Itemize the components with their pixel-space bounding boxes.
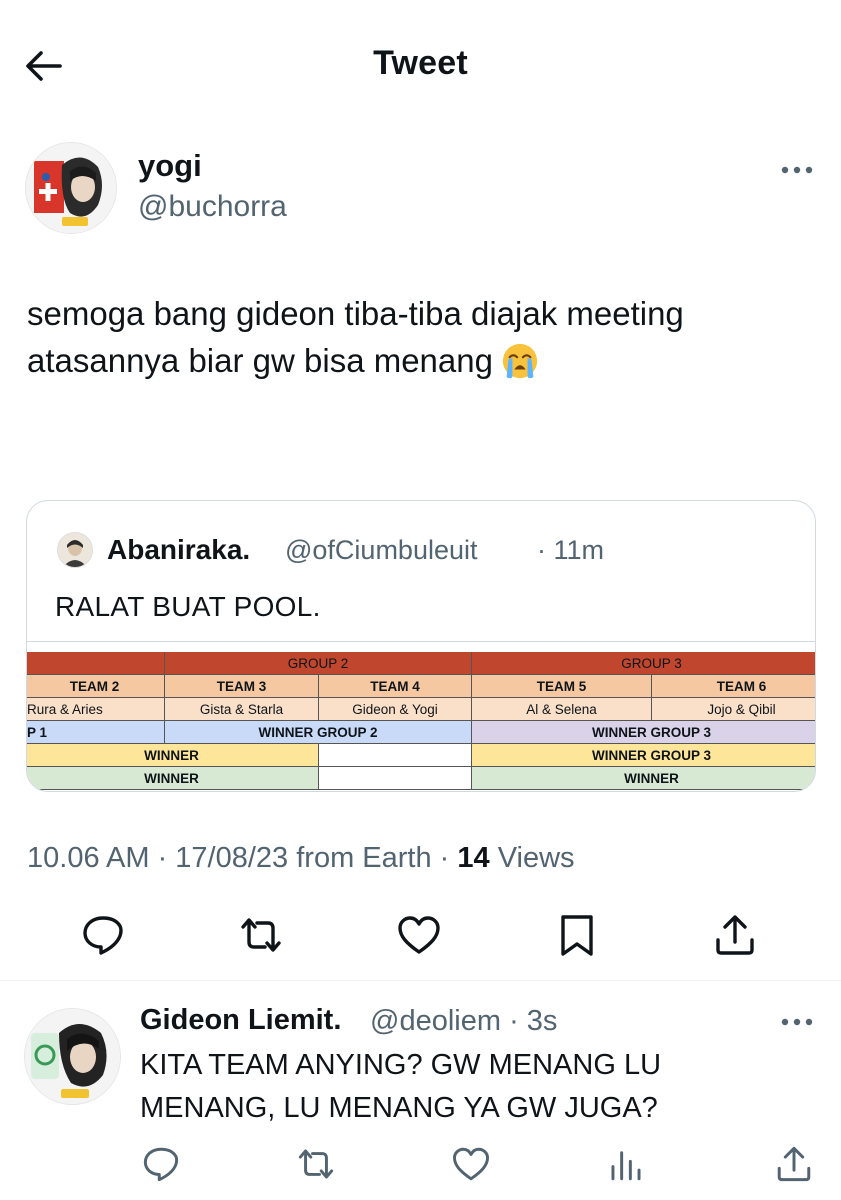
- sheet-cell: [27, 652, 165, 675]
- author-avatar[interactable]: [25, 142, 117, 234]
- sheet-winner-group-2: WINNER GROUP 2: [165, 721, 472, 744]
- page-title: Tweet: [373, 44, 468, 82]
- share-icon: [716, 915, 754, 955]
- sheet-winner-a: WINNER: [27, 744, 319, 767]
- reply-text: KITA TEAM ANYING? GW MENANG LU MENANG, L…: [140, 1049, 662, 1124]
- reply-author-avatar[interactable]: [24, 1008, 121, 1105]
- reply-like-button[interactable]: [451, 1144, 491, 1184]
- quote-time: · 11m: [537, 535, 605, 565]
- views-label: Views: [489, 842, 575, 874]
- reply-reply-button[interactable]: [141, 1144, 181, 1184]
- reply-views-button[interactable]: [606, 1144, 646, 1184]
- quote-text: RALAT BUAT POOL.: [55, 591, 321, 622]
- sheet-team-4: TEAM 4: [319, 675, 472, 698]
- sheet-team-5: TEAM 5: [472, 675, 652, 698]
- reply-more-options-button[interactable]: [777, 1012, 817, 1032]
- sheet-cell: [319, 767, 472, 790]
- views-count: 14: [457, 842, 490, 874]
- sheet-cell: [319, 744, 472, 767]
- more-dots-icon: [781, 166, 813, 174]
- sheet-players-6: Jojo & Qibil: [652, 698, 815, 721]
- reply-icon: [83, 916, 123, 955]
- bookmark-icon: [561, 915, 593, 956]
- heart-icon: [453, 1147, 489, 1181]
- reply-share-button[interactable]: [774, 1144, 814, 1184]
- bookmark-button[interactable]: [554, 912, 600, 958]
- spreadsheet-image: GROUP 2 GROUP 3 N TEAM 2 TEAM 3 TEAM 4 T…: [27, 641, 815, 791]
- reply-retweet-button[interactable]: [296, 1144, 336, 1184]
- loudly-crying-face-icon: [501, 342, 539, 380]
- bar-chart-icon: [611, 1151, 641, 1181]
- sheet-team-6: TEAM 6: [652, 675, 815, 698]
- sheet-players-5: Al & Selena: [472, 698, 652, 721]
- quote-author-handle: @ofCiumbuleuit: [285, 535, 478, 565]
- retweet-button[interactable]: [238, 912, 284, 958]
- reply-time: · 3s: [509, 1005, 558, 1037]
- tweet-meta: 10.06 AM · 17/08/23 from Earth · 14 View…: [27, 842, 575, 875]
- reply-handle-text: @deoliem: [370, 1005, 501, 1037]
- sheet-group-2: GROUP 2: [165, 652, 472, 675]
- tweet-timestamp: 10.06 AM · 17/08/23 from Earth ·: [27, 842, 458, 874]
- like-button[interactable]: [396, 912, 442, 958]
- reply-author-handle: @deoliem · 3s: [370, 1005, 557, 1038]
- sheet-winner-b: WINNER: [27, 767, 319, 790]
- sheet-group-3: GROUP 3: [472, 652, 815, 675]
- quoted-tweet[interactable]: Abaniraka. @ofCiumbuleuit · 11m RALAT BU…: [26, 500, 816, 792]
- sheet-winner-group-3: WINNER GROUP 3: [472, 721, 815, 744]
- reply-author-name[interactable]: Gideon Liemit.: [140, 1004, 341, 1037]
- quote-author-name: Abaniraka.: [107, 534, 251, 565]
- retweet-icon: [298, 1149, 334, 1179]
- reply-button[interactable]: [80, 912, 126, 958]
- more-options-button[interactable]: [777, 160, 817, 180]
- reply-icon: [143, 1147, 179, 1182]
- retweet-icon: [241, 918, 281, 952]
- sheet-winner-group-3b: WINNER GROUP 3: [472, 744, 815, 767]
- sheet-players-4: Gideon & Yogi: [319, 698, 472, 721]
- sheet-team-3: TEAM 3: [165, 675, 319, 698]
- more-dots-icon: [781, 1018, 813, 1026]
- author-handle[interactable]: @buchorra: [138, 190, 287, 224]
- share-button[interactable]: [712, 912, 758, 958]
- divider: [0, 980, 841, 981]
- sheet-team-2: TEAM 2: [27, 675, 165, 698]
- avatar-image: [25, 1009, 120, 1104]
- quote-author-avatar: [57, 532, 93, 568]
- sheet-players-2: Rura & Aries: [27, 698, 165, 721]
- author-name[interactable]: yogi: [138, 148, 202, 184]
- avatar-image: [26, 143, 116, 233]
- tweet-text: semoga bang gideon tiba-tiba diajak meet…: [27, 290, 817, 384]
- sheet-winner-group-1: P 1: [27, 721, 165, 744]
- heart-icon: [398, 916, 440, 954]
- share-icon: [777, 1146, 811, 1182]
- sheet-players-3: Gista & Starla: [165, 698, 319, 721]
- tweet-body: semoga bang gideon tiba-tiba diajak meet…: [27, 295, 684, 379]
- sheet-winner-c: WINNER: [472, 767, 815, 790]
